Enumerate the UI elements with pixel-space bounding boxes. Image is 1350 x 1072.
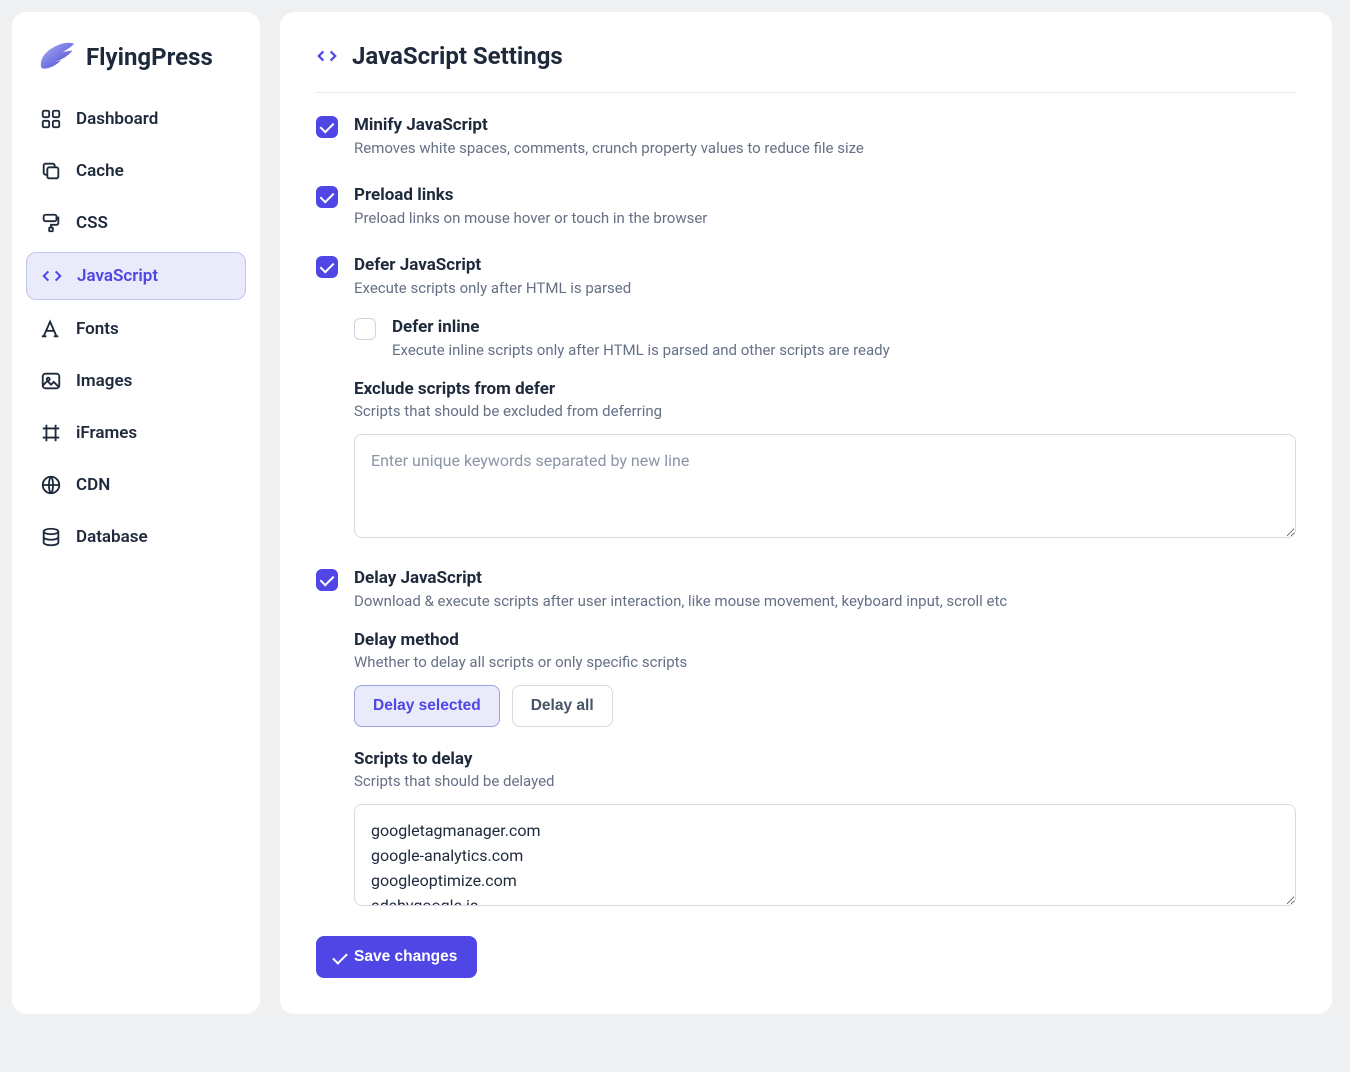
scripts-delay-label: Scripts to delay: [354, 749, 1296, 769]
nav-label: Dashboard: [76, 109, 158, 129]
delay-selected-button[interactable]: Delay selected: [354, 685, 500, 727]
preload-title: Preload links: [354, 185, 1296, 205]
defer-inline-checkbox[interactable]: [354, 318, 376, 340]
nav-label: Database: [76, 527, 148, 547]
nav-label: iFrames: [76, 423, 137, 443]
grid-icon: [40, 108, 62, 130]
minify-title: Minify JavaScript: [354, 115, 1296, 135]
brand-logo-icon: [36, 40, 76, 74]
page-title: JavaScript Settings: [352, 42, 563, 70]
image-icon: [40, 370, 62, 392]
nav-label: Cache: [76, 161, 124, 181]
defer-inline-title: Defer inline: [392, 317, 1296, 337]
setting-delay: Delay JavaScript Download & execute scri…: [316, 568, 1296, 612]
delay-title: Delay JavaScript: [354, 568, 1296, 588]
nav-item-css[interactable]: CSS: [26, 200, 246, 246]
setting-minify: Minify JavaScript Removes white spaces, …: [316, 115, 1296, 159]
nav-item-cdn[interactable]: CDN: [26, 462, 246, 508]
exclude-defer-desc: Scripts that should be excluded from def…: [354, 402, 1296, 420]
defer-checkbox[interactable]: [316, 256, 338, 278]
main-panel: JavaScript Settings Minify JavaScript Re…: [280, 12, 1332, 1014]
save-button-label: Save changes: [354, 948, 457, 966]
scripts-delay-textarea[interactable]: [354, 804, 1296, 906]
exclude-defer-textarea[interactable]: [354, 434, 1296, 538]
preload-checkbox[interactable]: [316, 186, 338, 208]
brand-name: FlyingPress: [86, 43, 213, 71]
nav: Dashboard Cache CSS JavaScript Fonts Ima…: [26, 96, 246, 560]
setting-defer-inline: Defer inline Execute inline scripts only…: [354, 317, 1296, 361]
setting-defer: Defer JavaScript Execute scripts only af…: [316, 255, 1296, 299]
copy-icon: [40, 160, 62, 182]
delay-method-group: Delay selected Delay all: [354, 685, 1296, 727]
delay-all-button[interactable]: Delay all: [512, 685, 613, 727]
nav-item-dashboard[interactable]: Dashboard: [26, 96, 246, 142]
nav-label: JavaScript: [77, 266, 158, 286]
preload-desc: Preload links on mouse hover or touch in…: [354, 208, 1296, 229]
defer-inline-desc: Execute inline scripts only after HTML i…: [392, 340, 1296, 361]
code-icon: [41, 265, 63, 287]
database-icon: [40, 526, 62, 548]
font-icon: [40, 318, 62, 340]
exclude-defer-label: Exclude scripts from defer: [354, 379, 1296, 399]
brand: FlyingPress: [26, 40, 246, 96]
nav-label: CDN: [76, 475, 110, 495]
nav-item-cache[interactable]: Cache: [26, 148, 246, 194]
sidebar: FlyingPress Dashboard Cache CSS JavaScri…: [12, 12, 260, 1014]
delay-method-label: Delay method: [354, 630, 1296, 650]
nav-item-database[interactable]: Database: [26, 514, 246, 560]
defer-desc: Execute scripts only after HTML is parse…: [354, 278, 1296, 299]
save-button[interactable]: Save changes: [316, 936, 477, 978]
page-header: JavaScript Settings: [316, 42, 1296, 93]
minify-desc: Removes white spaces, comments, crunch p…: [354, 138, 1296, 159]
nav-item-javascript[interactable]: JavaScript: [26, 252, 246, 300]
nav-label: Images: [76, 371, 132, 391]
nav-item-fonts[interactable]: Fonts: [26, 306, 246, 352]
nav-label: CSS: [76, 213, 108, 233]
setting-defer-group: Defer JavaScript Execute scripts only af…: [316, 255, 1296, 542]
globe-icon: [40, 474, 62, 496]
delay-desc: Download & execute scripts after user in…: [354, 591, 1296, 612]
delay-checkbox[interactable]: [316, 569, 338, 591]
code-icon: [316, 45, 338, 67]
frame-icon: [40, 422, 62, 444]
delay-method-desc: Whether to delay all scripts or only spe…: [354, 653, 1296, 671]
minify-checkbox[interactable]: [316, 116, 338, 138]
scripts-delay-desc: Scripts that should be delayed: [354, 772, 1296, 790]
paint-icon: [40, 212, 62, 234]
defer-title: Defer JavaScript: [354, 255, 1296, 275]
setting-preload: Preload links Preload links on mouse hov…: [316, 185, 1296, 229]
setting-delay-group: Delay JavaScript Download & execute scri…: [316, 568, 1296, 910]
nav-item-iframes[interactable]: iFrames: [26, 410, 246, 456]
nav-label: Fonts: [76, 319, 119, 339]
nav-item-images[interactable]: Images: [26, 358, 246, 404]
